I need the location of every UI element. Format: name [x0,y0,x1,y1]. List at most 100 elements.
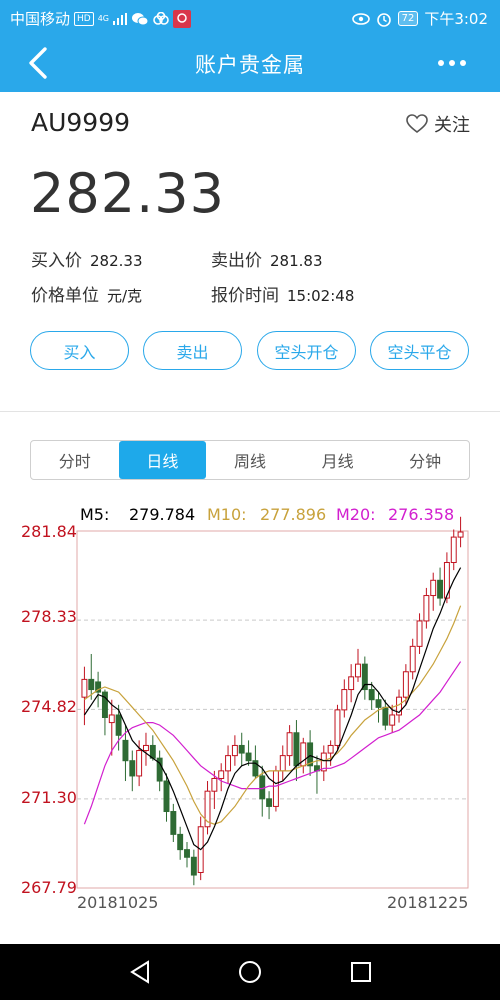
candle-body [341,689,348,711]
sell-price-label: 卖出价 [211,251,262,271]
triangle-back-icon[interactable] [128,960,152,984]
ma5-line [83,567,462,851]
wechat-icon [132,12,149,25]
y-tick-label: 271.30 [21,788,77,807]
candle-body [348,676,355,691]
short-open-button[interactable]: 空头开仓 [257,331,356,370]
y-tick-label: 274.82 [21,697,77,716]
eye-icon [351,12,370,25]
candle-body [115,714,122,736]
symbol-text: AU9999 [31,108,131,137]
clock-text: 下午3:02 [424,10,488,28]
sell-price-value: 281.83 [270,252,323,270]
buy-button[interactable]: 买入 [30,331,129,370]
tab-minute[interactable]: 分钟 [381,441,469,479]
x-end-label: 20181225 [387,893,469,912]
quote-time-value: 15:02:48 [287,287,355,305]
signal-icon [113,12,128,25]
unit-value: 元/克 [107,287,143,305]
heart-icon [406,114,428,134]
bank-app-icon [173,9,192,28]
current-price: 282.33 [30,162,225,225]
short-close-button[interactable]: 空头平仓 [370,331,469,370]
candle-body [184,849,190,858]
candle-body [81,678,88,698]
sell-price-row: 卖出价 281.83 [211,246,323,271]
candle-body [231,744,238,757]
tab-monthly[interactable]: 月线 [294,441,382,479]
y-tick-label: 278.33 [21,607,77,626]
app-screen: { "status_bar": { "carrier": "中国移动", "hd… [0,0,500,1000]
candle-body [190,856,197,876]
candle-body [272,770,279,807]
buy-price-row: 买入价 282.33 [31,246,143,271]
ma10-line [84,605,462,825]
tab-intraday[interactable]: 分时 [31,441,119,479]
square-recents-icon[interactable] [350,961,372,983]
app-bar: 账户贵金属 [0,34,500,92]
status-bar: 中国移动 HD 4G 72 下午3:02 [0,0,500,34]
quote-time-label: 报价时间 [211,286,279,306]
candle-body [245,752,252,762]
candle-body [218,770,225,779]
candle-body [293,732,300,767]
candle-body [430,579,437,597]
candle-body [437,579,444,599]
candle-body [375,699,382,708]
candle-body [88,678,95,691]
candle-body [457,531,464,538]
tab-daily[interactable]: 日线 [118,441,207,479]
candle-body [327,744,334,754]
system-nav-bar [0,944,500,1000]
network-text: 4G [97,13,110,23]
section-divider [0,411,500,412]
candle-body [423,595,430,622]
candle-body [177,833,184,851]
candle-body [409,645,416,673]
page-title: 账户贵金属 [195,53,305,77]
candle-body [286,732,293,757]
candle-body [355,663,361,678]
carrier-text: 中国移动 [10,10,71,28]
tab-weekly[interactable]: 周线 [206,441,294,479]
candle-body [211,777,218,792]
candle-body [368,689,375,701]
candle-body [238,744,245,754]
candle-body [361,663,368,691]
candle-body [382,706,389,726]
unit-row: 价格单位 元/克 [31,281,142,306]
battery-indicator: 72 [397,11,419,26]
candle-body [450,536,457,564]
circle-home-icon[interactable] [238,960,262,984]
candle-body [170,811,177,835]
candle-body [129,760,136,777]
unit-label: 价格单位 [31,286,99,306]
candle-body [389,714,396,726]
y-tick-label: 281.84 [21,522,77,541]
candle-body [266,798,273,807]
buy-price-value: 282.33 [90,252,143,270]
weibo-icon [153,11,169,25]
candle-body [101,691,108,719]
hd-badge: HD [74,11,94,26]
candle-body [225,755,232,772]
buy-price-label: 买入价 [31,251,82,271]
candle-body [108,714,115,724]
candle-body [334,709,341,746]
follow-button[interactable]: 关注 [406,111,470,137]
candle-body [136,750,143,777]
candle-body [416,620,423,647]
candle-body [122,739,129,762]
quote-time-row: 报价时间 15:02:48 [211,281,354,306]
candle-body [143,744,149,752]
more-dots-icon[interactable] [438,60,466,66]
candle-body [279,755,286,772]
y-tick-label: 267.79 [21,878,77,897]
candle-body [163,780,170,813]
sell-button[interactable]: 卖出 [143,331,242,370]
alarm-icon [376,12,391,27]
period-tabs: 分时 日线 周线 月线 分钟 [30,440,470,480]
x-start-label: 20181025 [77,893,159,912]
follow-label: 关注 [434,115,470,136]
candle-body [402,671,409,698]
